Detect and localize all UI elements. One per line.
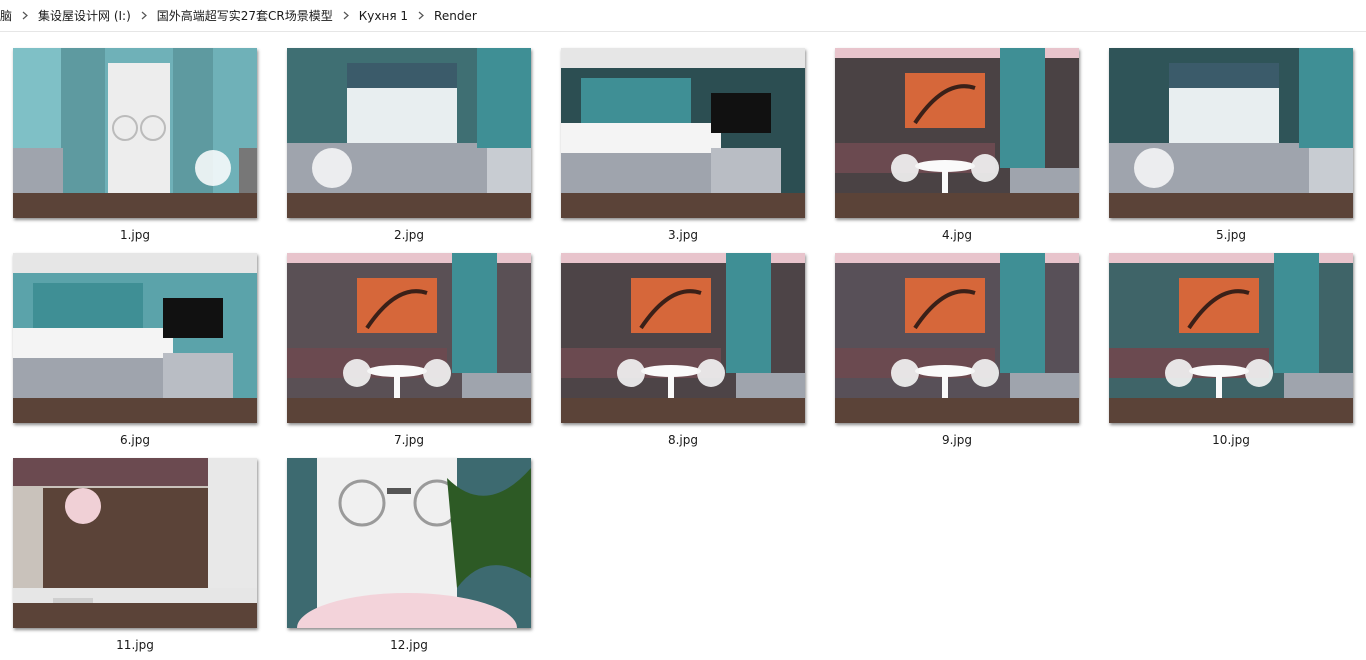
breadcrumb-chevron-icon[interactable] — [138, 0, 150, 31]
breadcrumb-item[interactable]: 国外高端超写实27套CR场景模型 — [150, 7, 340, 24]
file-name-label: 6.jpg — [119, 433, 151, 447]
address-breadcrumb: 脑集设屋设计网 (I:) 国外高端超写实27套CR场景模型 Кухня 1 Rende… — [0, 0, 1366, 32]
image-thumbnail[interactable] — [13, 458, 257, 628]
image-thumbnail[interactable] — [1109, 253, 1353, 423]
file-name-label: 8.jpg — [667, 433, 699, 447]
file-tile[interactable]: 8.jpg — [561, 253, 805, 448]
breadcrumb-chevron-icon[interactable] — [340, 0, 352, 31]
file-name-label: 11.jpg — [116, 638, 154, 652]
image-thumbnail[interactable] — [835, 48, 1079, 218]
breadcrumb-item[interactable]: 集设屋设计网 (I:) — [31, 7, 138, 24]
file-name-label: 9.jpg — [941, 433, 973, 447]
image-thumbnail[interactable] — [835, 253, 1079, 423]
file-name-label: 1.jpg — [119, 228, 151, 242]
image-thumbnail[interactable] — [287, 253, 531, 423]
image-thumbnail[interactable] — [287, 48, 531, 218]
file-tile[interactable]: 2.jpg — [287, 48, 531, 243]
image-thumbnail[interactable] — [287, 458, 531, 628]
file-name-label: 7.jpg — [393, 433, 425, 447]
file-tile[interactable]: 12.jpg — [287, 458, 531, 653]
file-tile[interactable]: 10.jpg — [1109, 253, 1353, 448]
file-tile[interactable]: 3.jpg — [561, 48, 805, 243]
file-tile[interactable]: 4.jpg — [835, 48, 1079, 243]
file-tile[interactable]: 9.jpg — [835, 253, 1079, 448]
file-tile[interactable]: 6.jpg — [13, 253, 257, 448]
breadcrumb-item[interactable]: Render — [427, 9, 484, 23]
breadcrumb-chevron-icon[interactable] — [415, 0, 427, 31]
breadcrumb-chevron-icon[interactable] — [19, 0, 31, 31]
file-name-label: 5.jpg — [1215, 228, 1247, 242]
file-thumbnail-grid: 1.jpg 2.jpg 3.jpg 4.jpg 5.jpg 6.jpg 7.jp… — [0, 48, 1366, 660]
image-thumbnail[interactable] — [13, 253, 257, 423]
file-name-label: 12.jpg — [390, 638, 428, 652]
breadcrumb-item[interactable]: Кухня 1 — [352, 9, 415, 23]
file-tile[interactable]: 1.jpg — [13, 48, 257, 243]
file-tile[interactable]: 7.jpg — [287, 253, 531, 448]
breadcrumb-item[interactable]: 脑 — [0, 7, 19, 24]
file-name-label: 4.jpg — [941, 228, 973, 242]
file-tile[interactable]: 11.jpg — [13, 458, 257, 653]
image-thumbnail[interactable] — [1109, 48, 1353, 218]
image-thumbnail[interactable] — [13, 48, 257, 218]
file-name-label: 3.jpg — [667, 228, 699, 242]
file-tile[interactable]: 5.jpg — [1109, 48, 1353, 243]
image-thumbnail[interactable] — [561, 48, 805, 218]
file-name-label: 2.jpg — [393, 228, 425, 242]
image-thumbnail[interactable] — [561, 253, 805, 423]
file-name-label: 10.jpg — [1212, 433, 1250, 447]
